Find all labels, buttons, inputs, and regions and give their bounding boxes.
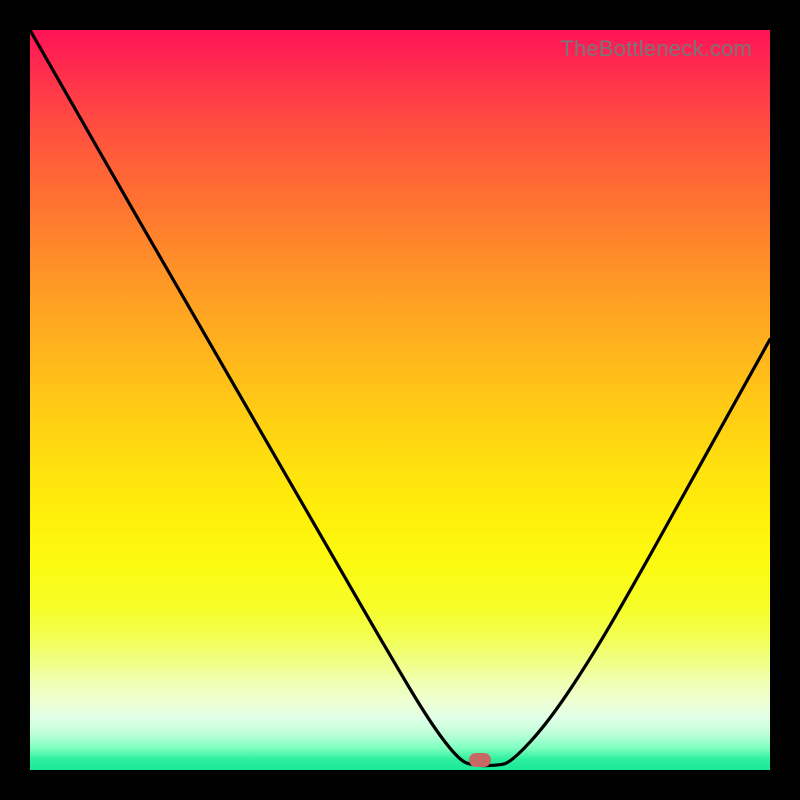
bottleneck-curve — [30, 30, 770, 770]
curve-path — [30, 30, 770, 766]
plot-area: TheBottleneck.com — [30, 30, 770, 770]
chart-frame: TheBottleneck.com — [0, 0, 800, 800]
optimal-point-marker — [469, 753, 491, 767]
